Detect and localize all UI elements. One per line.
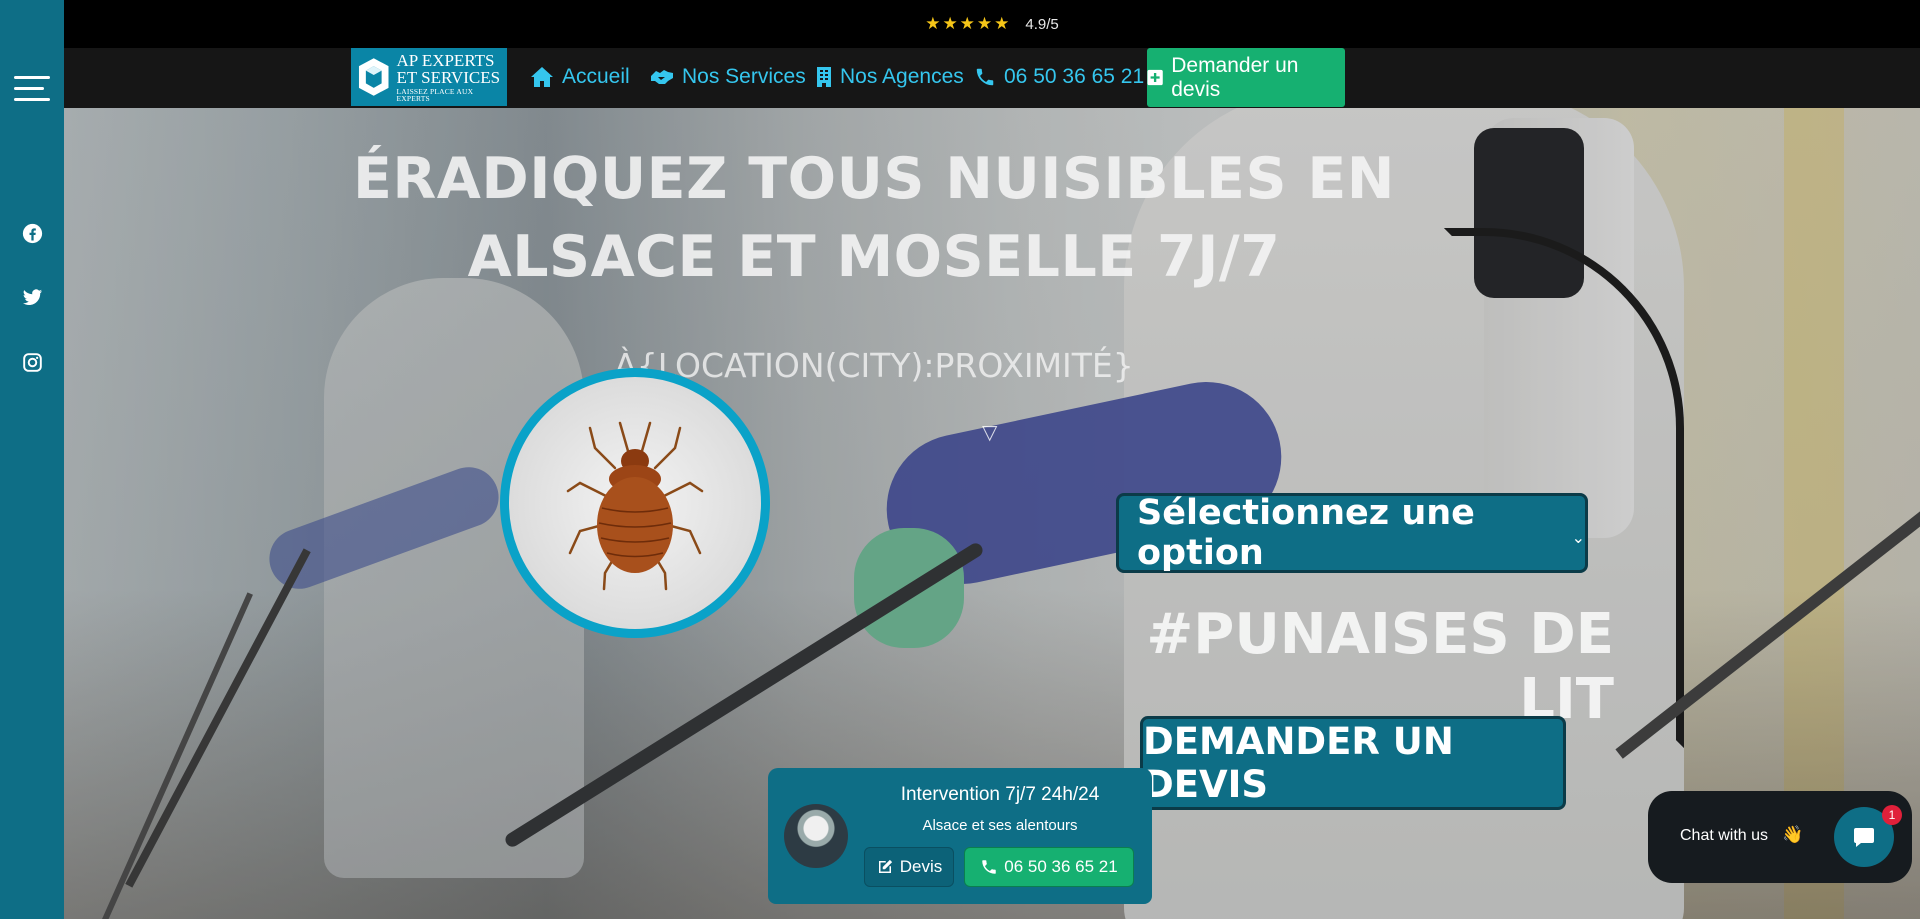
phone-icon (982, 860, 997, 874)
card-call-label: 06 50 36 65 21 (1004, 857, 1118, 876)
chevron-down-icon: ⌄ (1571, 527, 1585, 547)
intervention-title: Intervention 7j/7 24h/24 (900, 784, 1100, 805)
nav-phone-label: 06 50 36 65 21 (1004, 65, 1145, 88)
nav-home[interactable]: Accueil (530, 48, 630, 106)
logo-tagline: LAISSEZ PLACE AUX EXPERTS (396, 86, 474, 103)
handshake-icon (651, 70, 673, 84)
logo-line1: AP EXPERTS (396, 50, 495, 70)
pest-select-dropdown[interactable]: Sélectionnez une option ⌄ (1116, 493, 1588, 573)
home-icon (531, 67, 553, 87)
request-quote-label: Demander un devis (1171, 53, 1299, 101)
edit-icon (878, 859, 892, 873)
instagram-icon[interactable] (20, 350, 44, 374)
chat-label: Chat with us (1680, 827, 1769, 844)
rating-stars-icon: ★★★★★ (925, 14, 1012, 34)
rating-bar: ★★★★★ 4.9/5 (64, 0, 1920, 48)
logo-cube-icon (358, 58, 389, 96)
request-quote-button[interactable]: Demander un devis (1147, 48, 1345, 107)
phone-icon (976, 68, 994, 86)
intervention-card: Intervention 7j/7 24h/24 Alsace et ses a… (768, 768, 1152, 904)
plus-square-icon (1147, 69, 1163, 86)
logo-text: AP EXPERTS ET SERVICES LAISSEZ PLACE AUX… (396, 52, 507, 103)
hero-title: ÉRADIQUEZ TOUS NUISIBLES EN ALSACE ET MO… (352, 146, 1396, 290)
waving-hand-icon: 👋 (1782, 825, 1804, 845)
nav-services-label: Nos Services (682, 65, 806, 88)
intervention-subtitle: Alsace et ses alentours (922, 817, 1078, 834)
selected-pest-tag: #PUNAISES DE LIT (1146, 602, 1614, 732)
chat-bubble-icon (1854, 828, 1874, 847)
facebook-icon[interactable] (20, 221, 44, 245)
card-call-button[interactable]: 06 50 36 65 21 (964, 847, 1134, 887)
nav-home-label: Accueil (562, 65, 630, 88)
twitter-icon[interactable] (20, 286, 44, 310)
chat-widget[interactable]: Chat with us 👋 1 (1648, 791, 1912, 883)
hamburger-menu-icon[interactable] (14, 76, 50, 106)
rating-value: 4.9/5 (1025, 15, 1059, 33)
building-icon (817, 67, 831, 87)
nav-services[interactable]: Nos Services (650, 48, 806, 106)
card-quote-label: Devis (899, 857, 943, 876)
scroll-down-icon[interactable]: ▽ (982, 420, 997, 444)
site-logo[interactable]: AP EXPERTS ET SERVICES LAISSEZ PLACE AUX… (351, 48, 507, 106)
bedbug-image (500, 368, 770, 638)
bedbug-icon (566, 421, 704, 591)
technician-avatar (784, 804, 848, 868)
nav-phone[interactable]: 06 50 36 65 21 (974, 48, 1144, 106)
pest-select-value: Sélectionnez une option (1137, 493, 1475, 573)
main-navigation: AP EXPERTS ET SERVICES LAISSEZ PLACE AUX… (64, 48, 1920, 108)
nav-agencies[interactable]: Nos Agences (816, 48, 964, 106)
chat-unread-badge: 1 (1882, 805, 1902, 825)
left-sidebar (0, 0, 64, 919)
nav-agencies-label: Nos Agences (840, 65, 964, 88)
logo-line2: ET SERVICES (396, 67, 501, 87)
hero-request-quote-button[interactable]: DEMANDER UN DEVIS (1140, 716, 1566, 810)
card-quote-button[interactable]: Devis (864, 847, 954, 887)
hero-subtitle: À{LOCATION(CITY):PROXIMITÉ} (614, 346, 1134, 385)
